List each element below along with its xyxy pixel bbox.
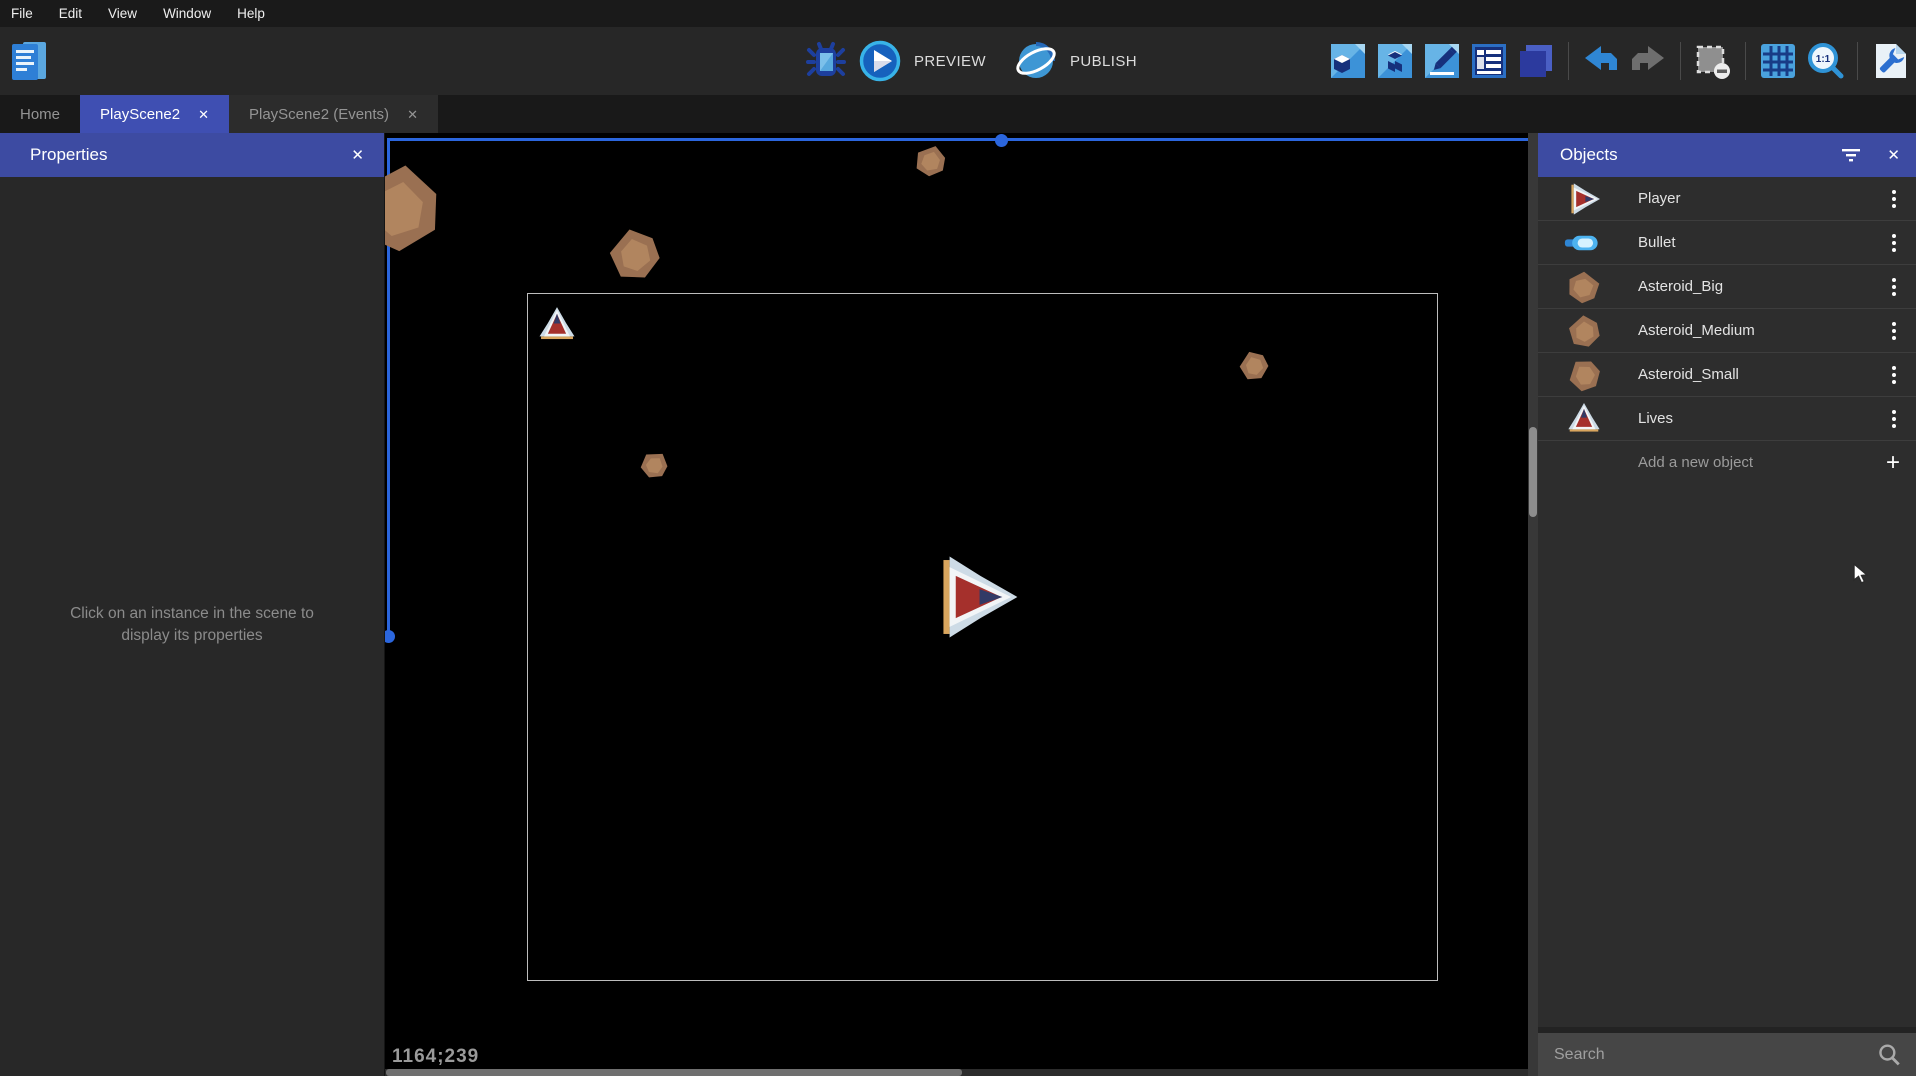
layers-editor-icon[interactable] (1469, 41, 1509, 81)
object-label: Asteroid_Big (1638, 278, 1723, 295)
zoom-1-1-icon[interactable]: 1:1 (1805, 41, 1845, 81)
menu-window[interactable]: Window (163, 6, 211, 21)
grid-icon[interactable] (1758, 41, 1798, 81)
instances-list-icon[interactable] (1516, 41, 1556, 81)
menu-help[interactable]: Help (237, 6, 265, 21)
publish-icon[interactable] (1014, 39, 1058, 83)
tab-bar: Home PlayScene2 ✕ PlayScene2 (Events) ✕ (0, 95, 1916, 133)
svg-text:1:1: 1:1 (1816, 54, 1831, 65)
objects-panel-header: Objects ✕ (1538, 133, 1916, 177)
tab-home[interactable]: Home (0, 95, 80, 133)
object-label: Bullet (1638, 234, 1676, 251)
scene-canvas[interactable]: 1164;239 (385, 133, 1538, 1076)
debugger-icon[interactable] (806, 41, 846, 81)
asteroid-small-instance[interactable] (909, 139, 952, 182)
add-object-label: Add a new object (1638, 454, 1753, 471)
tab-playscene2-events-label: PlayScene2 (Events) (249, 106, 389, 123)
preview-button[interactable]: PREVIEW (914, 53, 986, 70)
tab-playscene2-label: PlayScene2 (100, 106, 180, 123)
asteroid-big-instance[interactable] (385, 151, 453, 263)
object-menu-icon[interactable] (1888, 186, 1900, 212)
objects-editor-icon[interactable] (1328, 41, 1368, 81)
toolbar-right: 1:1 (1328, 27, 1910, 95)
selection-handle-left[interactable] (385, 630, 395, 643)
toolbar-center: PREVIEW PUBLISH (806, 27, 1153, 95)
asteroid-medium-instance[interactable] (604, 224, 665, 285)
tab-close-icon[interactable]: ✕ (198, 108, 209, 121)
horizontal-scrollbar[interactable] (385, 1069, 1538, 1076)
horizontal-scrollbar-thumb[interactable] (386, 1069, 962, 1076)
lives-icon (1567, 399, 1601, 439)
object-menu-icon[interactable] (1888, 406, 1900, 432)
toolbar-separator (1745, 42, 1746, 80)
toolbar-separator (1857, 42, 1858, 80)
object-row-asteroid-small[interactable]: Asteroid_Small (1538, 353, 1916, 397)
selection-border-top (387, 138, 1528, 141)
object-menu-icon[interactable] (1888, 318, 1900, 344)
asteroid-big-icon (1564, 264, 1604, 309)
scene-properties-icon[interactable] (1870, 41, 1910, 81)
lives-instance[interactable] (538, 306, 576, 344)
filter-icon[interactable] (1841, 147, 1861, 163)
gdevelop-window: File Edit View Window Help (0, 0, 1916, 1076)
menu-file[interactable]: File (11, 6, 33, 21)
object-menu-icon[interactable] (1888, 274, 1900, 300)
object-groups-icon[interactable] (1375, 41, 1415, 81)
asteroid-medium-icon (1564, 314, 1604, 348)
properties-panel-title: Properties (30, 145, 107, 165)
objects-panel-title: Objects (1560, 145, 1618, 165)
redo-icon[interactable] (1628, 41, 1668, 81)
add-object-row[interactable]: Add a new object + (1538, 441, 1916, 484)
object-label: Asteroid_Medium (1638, 322, 1755, 339)
properties-panel: Properties ✕ Click on an instance in the… (0, 133, 385, 1076)
undo-icon[interactable] (1581, 41, 1621, 81)
object-label: Lives (1638, 410, 1673, 427)
search-input[interactable] (1552, 1045, 1876, 1065)
player-ship-icon (1564, 182, 1604, 216)
object-menu-icon[interactable] (1888, 230, 1900, 256)
toolbar-separator (1680, 42, 1681, 80)
cursor-coordinates: 1164;239 (392, 1046, 479, 1068)
objects-close-icon[interactable]: ✕ (1887, 146, 1900, 164)
asteroid-small-icon (1558, 350, 1610, 399)
object-row-asteroid-big[interactable]: Asteroid_Big (1538, 265, 1916, 309)
vertical-scrollbar[interactable] (1528, 133, 1538, 1076)
menu-bar: File Edit View Window Help (0, 0, 1916, 27)
menu-view[interactable]: View (108, 6, 137, 21)
tab-playscene2-events[interactable]: PlayScene2 (Events) ✕ (229, 95, 438, 133)
preview-icon[interactable] (858, 39, 902, 83)
gdevelop-logo-icon[interactable] (10, 39, 48, 83)
tab-close-icon[interactable]: ✕ (407, 108, 418, 121)
object-menu-icon[interactable] (1888, 362, 1900, 388)
object-label: Asteroid_Small (1638, 366, 1739, 383)
tab-playscene2[interactable]: PlayScene2 ✕ (80, 95, 229, 133)
search-icon (1876, 1042, 1902, 1068)
toolbar-separator (1568, 42, 1569, 80)
vertical-scrollbar-thumb[interactable] (1529, 427, 1537, 517)
bullet-icon (1564, 233, 1604, 253)
objects-panel: Objects ✕ Player Bullet Asteroid_Big (1538, 133, 1916, 1076)
selection-handle-top[interactable] (995, 134, 1008, 147)
add-object-plus-icon[interactable]: + (1886, 451, 1900, 475)
clear-selection-icon[interactable] (1693, 41, 1733, 81)
search-bar (1538, 1033, 1916, 1076)
object-row-bullet[interactable]: Bullet (1538, 221, 1916, 265)
properties-close-icon[interactable]: ✕ (351, 146, 364, 164)
publish-button[interactable]: PUBLISH (1070, 53, 1137, 70)
properties-editor-icon[interactable] (1422, 41, 1462, 81)
menu-edit[interactable]: Edit (59, 6, 82, 21)
object-row-asteroid-medium[interactable]: Asteroid_Medium (1538, 309, 1916, 353)
player-instance[interactable] (932, 553, 1020, 641)
tab-home-label: Home (20, 106, 60, 123)
properties-empty-message: Click on an instance in the scene to dis… (0, 603, 384, 647)
object-row-player[interactable]: Player (1538, 177, 1916, 221)
object-row-lives[interactable]: Lives (1538, 397, 1916, 441)
object-label: Player (1638, 190, 1681, 207)
toolbar: PREVIEW PUBLISH (0, 27, 1916, 95)
properties-panel-header: Properties ✕ (0, 133, 384, 177)
